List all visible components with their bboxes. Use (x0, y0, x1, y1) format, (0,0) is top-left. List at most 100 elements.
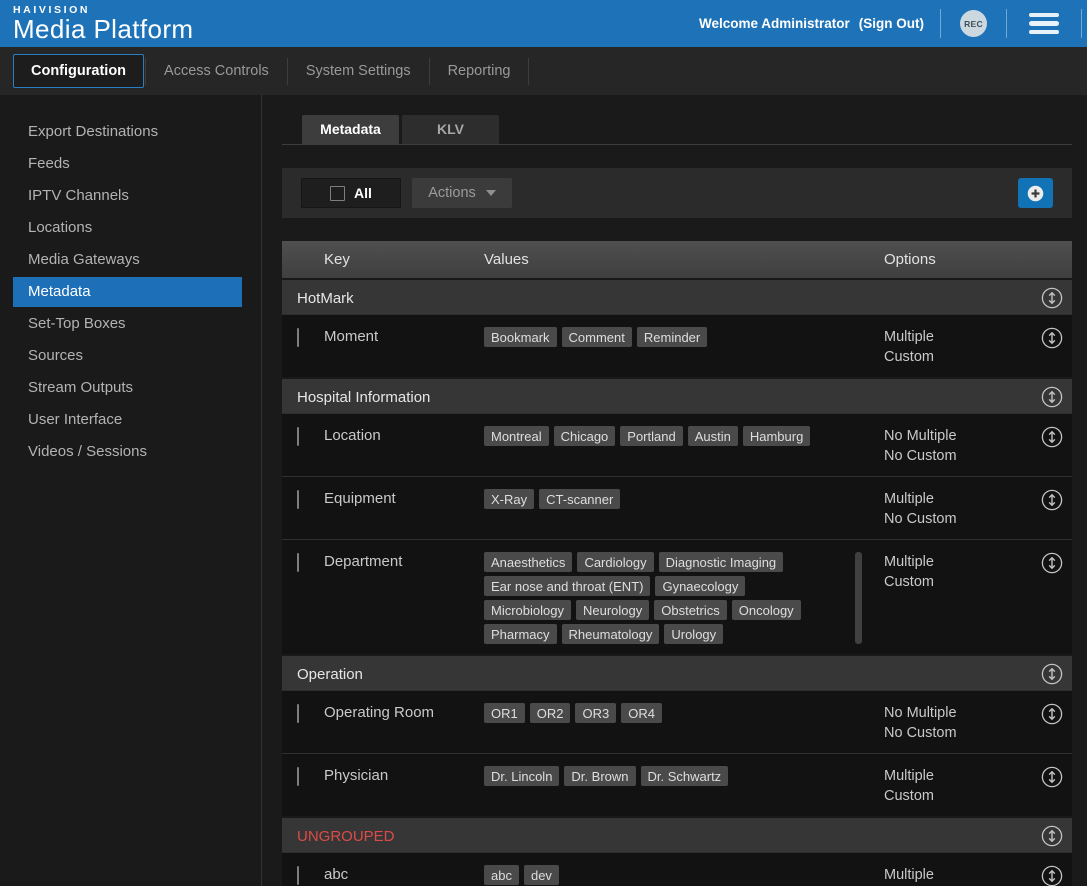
table-header-row: Key Values Options (282, 241, 1072, 278)
option-line: Custom (884, 786, 1032, 806)
select-all-button[interactable]: All (301, 178, 401, 208)
value-tag: Dr. Lincoln (484, 766, 559, 786)
row-values: OR1OR2OR3OR4 (484, 703, 884, 723)
value-tag: Diagnostic Imaging (659, 552, 784, 572)
group-name: UNGROUPED (282, 828, 1032, 845)
reorder-up-down-icon[interactable] (1032, 766, 1072, 788)
row-values: BookmarkCommentReminder (484, 327, 884, 347)
sidebar-item-set-top-boxes[interactable]: Set-Top Boxes (13, 309, 242, 339)
value-tag: Reminder (637, 327, 707, 347)
value-tag: Gynaecology (655, 576, 745, 596)
main-content: MetadataKLV All Actions (262, 95, 1087, 886)
row-key-label: Operating Room (324, 703, 484, 721)
row-options: No MultipleNo Custom (884, 703, 1032, 743)
row-key-label: abc (324, 865, 484, 883)
reorder-up-down-icon[interactable] (1032, 865, 1072, 886)
option-line: Multiple (884, 327, 1032, 347)
hamburger-menu-icon[interactable] (1029, 13, 1059, 35)
plus-icon (1026, 184, 1045, 203)
add-metadata-button[interactable] (1018, 178, 1053, 208)
sidebar-item-metadata[interactable]: Metadata (13, 277, 242, 307)
reorder-up-down-icon[interactable] (1032, 818, 1072, 854)
group-header-row: HotMark (282, 278, 1072, 314)
select-all-label: All (354, 185, 372, 201)
option-line: Multiple (884, 865, 1032, 885)
row-checkbox[interactable] (297, 704, 299, 723)
sidebar-item-videos-sessions[interactable]: Videos / Sessions (13, 437, 242, 467)
option-line: No Multiple (884, 426, 1032, 446)
sidebar-item-feeds[interactable]: Feeds (13, 149, 242, 179)
nav-tab-reporting[interactable]: Reporting (431, 55, 528, 87)
actions-label: Actions (428, 185, 476, 201)
sign-out-link[interactable]: (Sign Out) (859, 16, 924, 31)
group-header-row: Hospital Information (282, 377, 1072, 413)
value-tag: CT-scanner (539, 489, 620, 509)
row-key-label: Physician (324, 766, 484, 784)
row-checkbox[interactable] (297, 427, 299, 446)
group-name: Hospital Information (282, 389, 1032, 406)
column-header-key: Key (324, 251, 484, 268)
reorder-up-down-icon[interactable] (1032, 703, 1072, 725)
sidebar-item-export-destinations[interactable]: Export Destinations (13, 117, 242, 147)
row-checkbox[interactable] (297, 866, 299, 885)
sidebar-item-user-interface[interactable]: User Interface (13, 405, 242, 435)
row-checkbox[interactable] (297, 553, 299, 572)
values-scrollbar[interactable] (855, 552, 862, 644)
nav-tab-configuration[interactable]: Configuration (13, 54, 144, 88)
reorder-up-down-icon[interactable] (1032, 379, 1072, 415)
option-line: Multiple (884, 766, 1032, 786)
row-options: MultipleCustom (884, 552, 1032, 592)
reorder-up-down-icon[interactable] (1032, 280, 1072, 316)
value-tag: Anaesthetics (484, 552, 572, 572)
value-tag: Chicago (554, 426, 616, 446)
reorder-up-down-icon[interactable] (1032, 489, 1072, 511)
option-line: No Custom (884, 509, 1032, 529)
value-tag: Montreal (484, 426, 549, 446)
row-checkbox[interactable] (297, 490, 299, 509)
row-values: abcdev (484, 865, 884, 885)
welcome-text: Welcome Administrator (699, 16, 850, 31)
value-tag: Dr. Brown (564, 766, 635, 786)
nav-tab-divider (287, 58, 288, 85)
sidebar-item-locations[interactable]: Locations (13, 213, 242, 243)
header-divider (1006, 9, 1007, 38)
content-tab-metadata[interactable]: Metadata (302, 115, 399, 144)
metadata-table: Key Values Options HotMark Moment Bookma… (282, 241, 1072, 886)
table-row: Location MontrealChicagoPortlandAustinHa… (282, 413, 1072, 476)
table-row: Equipment X-RayCT-scanner MultipleNo Cus… (282, 476, 1072, 539)
sidebar-item-stream-outputs[interactable]: Stream Outputs (13, 373, 242, 403)
row-options: MultipleCustom (884, 766, 1032, 806)
reorder-up-down-icon[interactable] (1032, 327, 1072, 349)
nav-tab-access-controls[interactable]: Access Controls (147, 55, 286, 87)
content-tab-klv[interactable]: KLV (402, 115, 499, 144)
sidebar-item-iptv-channels[interactable]: IPTV Channels (13, 181, 242, 211)
nav-tab-system-settings[interactable]: System Settings (289, 55, 428, 87)
main-nav-bar: ConfigurationAccess ControlsSystem Setti… (0, 47, 1087, 95)
reorder-up-down-icon[interactable] (1032, 552, 1072, 574)
row-options: MultipleNo Custom (884, 489, 1032, 529)
reorder-up-down-icon[interactable] (1032, 426, 1072, 448)
value-tag: Austin (688, 426, 738, 446)
group-header-row: Operation (282, 654, 1072, 690)
value-tag: Urology (664, 624, 723, 644)
sidebar-item-sources[interactable]: Sources (13, 341, 242, 371)
value-tag: Portland (620, 426, 682, 446)
actions-dropdown[interactable]: Actions (412, 178, 512, 208)
value-tag: OR1 (484, 703, 525, 723)
value-tag: abc (484, 865, 519, 885)
row-key-label: Moment (324, 327, 484, 345)
value-tag: OR2 (530, 703, 571, 723)
value-tag: OR4 (621, 703, 662, 723)
value-tag: Pharmacy (484, 624, 557, 644)
rec-indicator-badge[interactable]: REC (960, 10, 987, 37)
sidebar-item-media-gateways[interactable]: Media Gateways (13, 245, 242, 275)
row-checkbox[interactable] (297, 328, 299, 347)
header-divider (940, 9, 941, 38)
row-checkbox[interactable] (297, 767, 299, 786)
select-all-checkbox[interactable] (330, 186, 345, 201)
option-line: No Multiple (884, 703, 1032, 723)
app-window: HAIVISION Media Platform Welcome Adminis… (0, 0, 1087, 886)
value-tag: OR3 (575, 703, 616, 723)
reorder-up-down-icon[interactable] (1032, 656, 1072, 692)
brand-media-platform: Media Platform (13, 16, 193, 43)
